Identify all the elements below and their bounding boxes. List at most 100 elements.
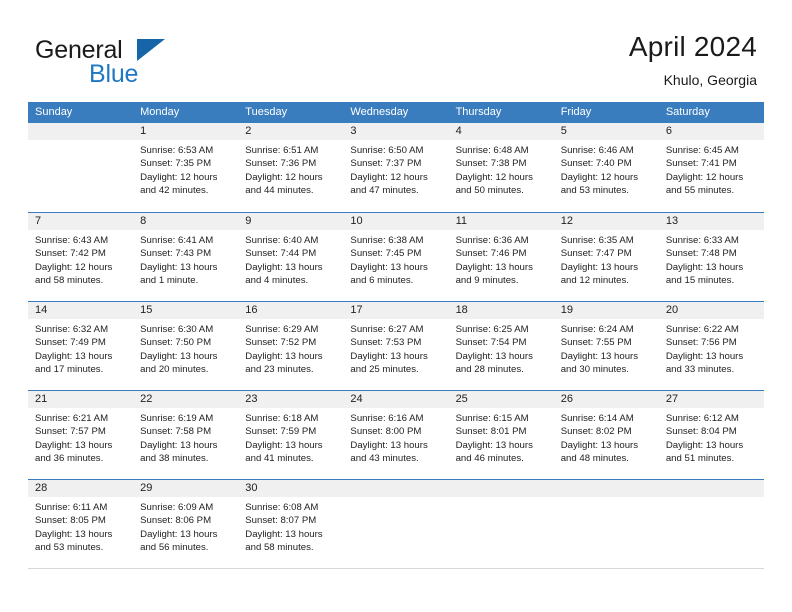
day-detail-line: Sunrise: 6:12 AM	[665, 413, 739, 424]
day-detail-line: Sunset: 7:57 PM	[35, 426, 106, 438]
day-detail-line: Daylight: 13 hours	[35, 528, 113, 540]
day-detail-line: and 30 minutes.	[560, 364, 629, 376]
day-detail-line: Daylight: 13 hours	[665, 439, 744, 451]
calendar-day-cell[interactable]: 29 Sunrise: 6:09 AM Sunset: 8:06 PM Dayligh…	[133, 480, 239, 568]
day-detail-line: Sunset: 7:36 PM	[245, 158, 317, 170]
day-detail-line: and 51 minutes.	[665, 453, 735, 465]
calendar-day-cell[interactable]: 11 Sunrise: 6:36 AM Sunset: 7:46 PM Dayligh…	[448, 213, 554, 301]
day-detail-line: Daylight: 12 hours	[665, 171, 744, 183]
calendar-day-cell[interactable]: 30 Sunrise: 6:08 AM Sunset: 8:07 PM Dayligh…	[238, 480, 344, 568]
calendar-day-cell[interactable]: 18 Sunrise: 6:25 AM Sunset: 7:54 PM Dayligh…	[448, 302, 554, 390]
day-details	[343, 497, 448, 501]
day-details: Sunrise: 6:16 AM Sunset: 8:00 PM Daylight:…	[343, 408, 448, 466]
day-details: Sunrise: 6:43 AM Sunset: 7:42 PM Daylight:…	[28, 230, 133, 288]
day-detail-line: Daylight: 12 hours	[350, 171, 428, 183]
day-detail-line: Daylight: 13 hours	[455, 439, 533, 451]
day-detail-line: Daylight: 13 hours	[455, 350, 533, 362]
day-detail-line: Daylight: 13 hours	[560, 350, 639, 362]
day-number: 10	[343, 213, 449, 230]
day-details: Sunrise: 6:33 AM Sunset: 7:48 PM Daylight:…	[659, 230, 764, 288]
day-number: 22	[133, 391, 239, 408]
day-detail-line: Sunrise: 6:08 AM	[245, 502, 319, 513]
day-details: Sunrise: 6:25 AM Sunset: 7:54 PM Daylight:…	[449, 319, 554, 377]
calendar-day-cell[interactable]: 25 Sunrise: 6:15 AM Sunset: 8:01 PM Dayligh…	[448, 391, 554, 479]
day-details: Sunrise: 6:24 AM Sunset: 7:55 PM Daylight:…	[554, 319, 659, 377]
day-details	[28, 140, 133, 144]
day-detail-line: Sunset: 7:45 PM	[350, 248, 422, 260]
day-detail-line: Daylight: 12 hours	[35, 261, 113, 273]
day-detail-line: Sunrise: 6:41 AM	[140, 235, 214, 246]
calendar-day-cell-empty	[28, 123, 134, 212]
day-number: 7	[28, 213, 134, 230]
day-detail-line: Daylight: 13 hours	[35, 439, 113, 451]
day-number	[448, 480, 554, 497]
day-number: 5	[553, 123, 659, 140]
calendar-day-cell[interactable]: 2 Sunrise: 6:51 AM Sunset: 7:36 PM Daylight…	[238, 123, 344, 212]
calendar-day-cell[interactable]: 24 Sunrise: 6:16 AM Sunset: 8:00 PM Dayligh…	[343, 391, 449, 479]
day-detail-line: Sunrise: 6:50 AM	[350, 145, 424, 156]
calendar-day-cell[interactable]: 5 Sunrise: 6:46 AM Sunset: 7:40 PM Daylight…	[553, 123, 659, 212]
day-detail-line: Daylight: 12 hours	[245, 171, 323, 183]
calendar-day-cell[interactable]: 4 Sunrise: 6:48 AM Sunset: 7:38 PM Daylight…	[448, 123, 554, 212]
weekday-header-sunday: Sunday	[35, 106, 73, 118]
calendar-day-cell[interactable]: 27 Sunrise: 6:12 AM Sunset: 8:04 PM Dayligh…	[658, 391, 764, 479]
calendar-day-cell[interactable]: 6 Sunrise: 6:45 AM Sunset: 7:41 PM Daylight…	[658, 123, 764, 212]
day-detail-line: Sunrise: 6:14 AM	[560, 413, 634, 424]
day-number: 18	[448, 302, 554, 319]
calendar-day-cell[interactable]: 1 Sunrise: 6:53 AM Sunset: 7:35 PM Daylight…	[133, 123, 239, 212]
day-details: Sunrise: 6:27 AM Sunset: 7:53 PM Daylight:…	[343, 319, 448, 377]
day-number: 6	[658, 123, 764, 140]
day-detail-line: and 1 minute.	[140, 275, 199, 287]
day-number: 24	[343, 391, 449, 408]
day-detail-line: and 53 minutes.	[560, 185, 629, 197]
calendar-day-cell[interactable]: 22 Sunrise: 6:19 AM Sunset: 7:58 PM Dayligh…	[133, 391, 239, 479]
calendar-day-cell[interactable]: 7 Sunrise: 6:43 AM Sunset: 7:42 PM Daylight…	[28, 213, 134, 301]
day-detail-line: Sunrise: 6:29 AM	[245, 324, 319, 335]
calendar-day-cell[interactable]: 21 Sunrise: 6:21 AM Sunset: 7:57 PM Dayligh…	[28, 391, 134, 479]
day-detail-line: and 25 minutes.	[350, 364, 419, 376]
calendar-day-cell[interactable]: 10 Sunrise: 6:38 AM Sunset: 7:45 PM Dayligh…	[343, 213, 449, 301]
calendar-week-row: 1 Sunrise: 6:53 AM Sunset: 7:35 PM Daylight…	[28, 123, 764, 212]
day-details	[449, 497, 554, 501]
calendar-day-cell[interactable]: 17 Sunrise: 6:27 AM Sunset: 7:53 PM Dayligh…	[343, 302, 449, 390]
calendar-day-cell[interactable]: 14 Sunrise: 6:32 AM Sunset: 7:49 PM Dayligh…	[28, 302, 134, 390]
day-number: 27	[658, 391, 764, 408]
day-detail-line: and 15 minutes.	[665, 275, 735, 287]
calendar-day-cell[interactable]: 20 Sunrise: 6:22 AM Sunset: 7:56 PM Dayligh…	[658, 302, 764, 390]
day-details: Sunrise: 6:08 AM Sunset: 8:07 PM Daylight:…	[238, 497, 343, 555]
day-number: 28	[28, 480, 134, 497]
calendar-day-cell[interactable]: 15 Sunrise: 6:30 AM Sunset: 7:50 PM Dayligh…	[133, 302, 239, 390]
calendar-day-cell[interactable]: 28 Sunrise: 6:11 AM Sunset: 8:05 PM Dayligh…	[28, 480, 134, 568]
day-detail-line: Daylight: 13 hours	[350, 439, 428, 451]
calendar-day-cell[interactable]: 3 Sunrise: 6:50 AM Sunset: 7:37 PM Daylight…	[343, 123, 449, 212]
day-detail-line: and 48 minutes.	[560, 453, 629, 465]
calendar-day-cell[interactable]: 23 Sunrise: 6:18 AM Sunset: 7:59 PM Dayligh…	[238, 391, 344, 479]
calendar-day-cell[interactable]: 16 Sunrise: 6:29 AM Sunset: 7:52 PM Dayligh…	[238, 302, 344, 390]
day-detail-line: Sunrise: 6:24 AM	[560, 324, 634, 335]
calendar-day-cell[interactable]: 13 Sunrise: 6:33 AM Sunset: 7:48 PM Dayligh…	[658, 213, 764, 301]
day-number	[343, 480, 449, 497]
calendar-day-cell[interactable]: 19 Sunrise: 6:24 AM Sunset: 7:55 PM Dayligh…	[553, 302, 659, 390]
day-detail-line: Sunset: 8:00 PM	[350, 426, 422, 438]
calendar-day-cell-empty	[343, 480, 449, 568]
calendar-day-cell[interactable]: 9 Sunrise: 6:40 AM Sunset: 7:44 PM Daylight…	[238, 213, 344, 301]
day-detail-line: and 28 minutes.	[455, 364, 524, 376]
day-detail-line: and 6 minutes.	[350, 275, 414, 287]
calendar-day-cell[interactable]: 12 Sunrise: 6:35 AM Sunset: 7:47 PM Dayligh…	[553, 213, 659, 301]
day-detail-line: Sunrise: 6:48 AM	[455, 145, 529, 156]
flag-triangle-icon	[137, 39, 165, 61]
day-detail-line: Sunset: 7:37 PM	[350, 158, 422, 170]
day-number	[658, 480, 764, 497]
calendar-day-cell[interactable]: 8 Sunrise: 6:41 AM Sunset: 7:43 PM Daylight…	[133, 213, 239, 301]
day-detail-line: Sunset: 7:40 PM	[560, 158, 632, 170]
day-detail-line: Sunset: 7:46 PM	[455, 248, 527, 260]
day-detail-line: Daylight: 13 hours	[140, 350, 218, 362]
day-detail-line: Daylight: 13 hours	[560, 439, 639, 451]
day-details: Sunrise: 6:36 AM Sunset: 7:46 PM Daylight:…	[449, 230, 554, 288]
calendar-day-cell[interactable]: 26 Sunrise: 6:14 AM Sunset: 8:02 PM Dayligh…	[553, 391, 659, 479]
general-blue-logo[interactable]: General Blue	[35, 36, 275, 92]
day-details: Sunrise: 6:40 AM Sunset: 7:44 PM Daylight:…	[238, 230, 343, 288]
day-detail-line: Sunset: 7:49 PM	[35, 337, 106, 349]
day-detail-line: Sunrise: 6:53 AM	[140, 145, 214, 156]
day-number: 30	[238, 480, 344, 497]
